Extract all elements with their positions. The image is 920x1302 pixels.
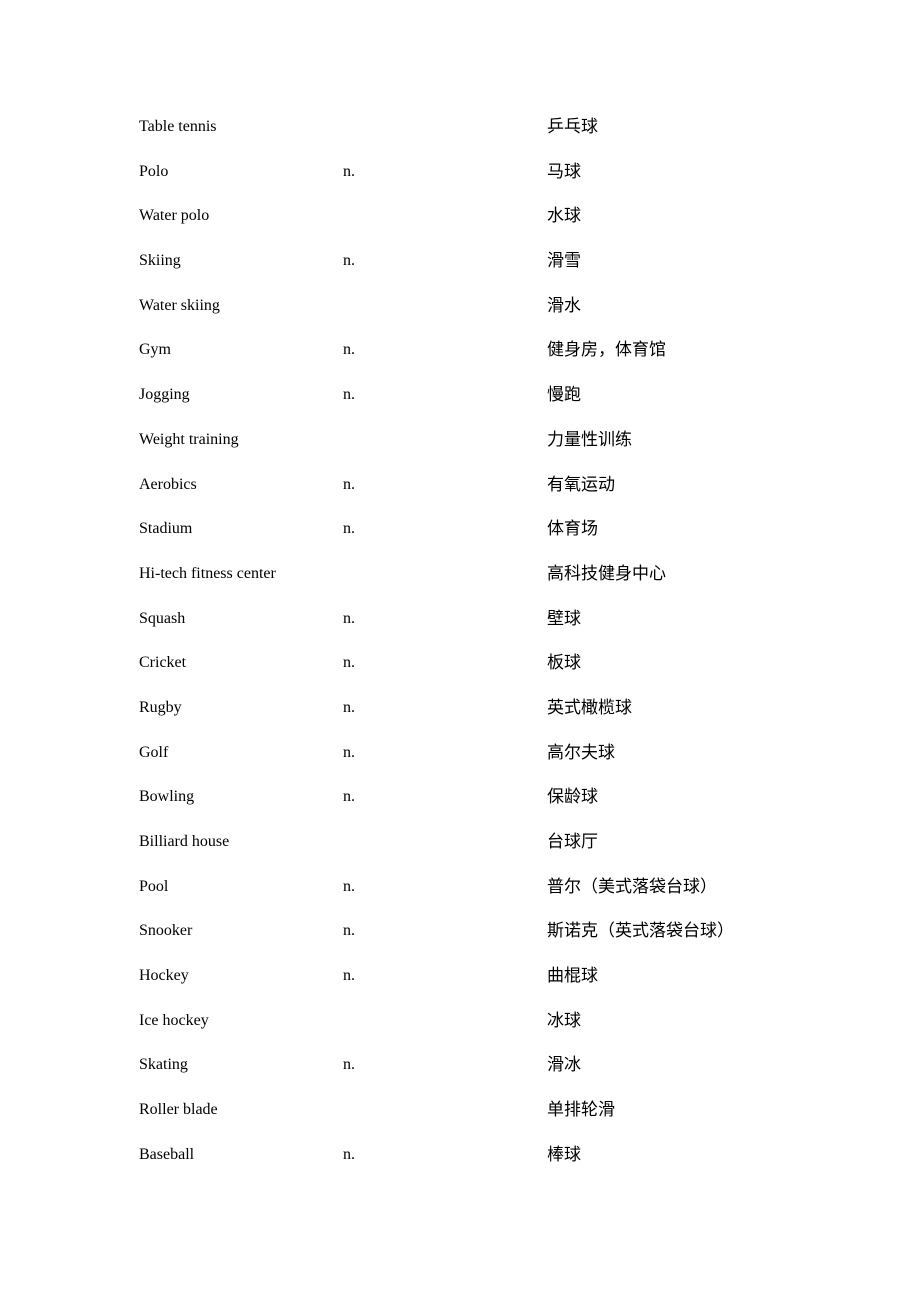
english-term: Water polo: [139, 207, 210, 225]
chinese-meaning: 体育场: [547, 519, 598, 540]
english-term: Rugby: [139, 698, 182, 716]
vocabulary-row: Gym n. 健身房，体育馆: [139, 339, 839, 384]
vocabulary-row: Polo n. 马球: [139, 161, 839, 206]
english-term: Skiing: [139, 252, 181, 270]
vocabulary-row: Rugby n. 英式橄榄球: [139, 697, 839, 742]
chinese-meaning: 力量性训练: [547, 429, 632, 450]
english-term: Roller blade: [139, 1101, 218, 1119]
document-page: Table tennis 乒乓球 Polo n. 马球 Water polo 水…: [0, 0, 920, 1302]
part-of-speech: n.: [343, 1056, 355, 1074]
chinese-meaning: 单排轮滑: [547, 1100, 615, 1121]
english-term: Hi-tech fitness center: [139, 564, 276, 582]
part-of-speech: n.: [343, 520, 355, 538]
chinese-meaning: 慢跑: [547, 385, 581, 406]
chinese-meaning: 台球厅: [547, 832, 598, 852]
english-term: Weight training: [139, 430, 239, 448]
vocabulary-row: Skating n. 滑冰: [139, 1054, 839, 1099]
part-of-speech: n.: [343, 698, 355, 716]
part-of-speech: n.: [343, 654, 355, 672]
english-term: Pool: [139, 877, 169, 895]
chinese-meaning: 棒球: [547, 1144, 581, 1165]
english-term: Cricket: [139, 654, 187, 672]
vocabulary-row: Hi-tech fitness center 高科技健身中心: [139, 563, 839, 608]
chinese-meaning: 有氧运动: [547, 474, 615, 495]
chinese-meaning: 板球: [547, 653, 581, 674]
part-of-speech: n.: [343, 743, 355, 761]
english-term: Squash: [139, 609, 186, 627]
vocabulary-row: Water skiing 滑水: [139, 295, 839, 340]
vocabulary-row: Stadium n. 体育场: [139, 518, 839, 563]
vocabulary-row: Bowling n. 保龄球: [139, 786, 839, 831]
chinese-meaning: 曲棍球: [547, 966, 598, 987]
english-term: Baseball: [139, 1145, 195, 1163]
vocabulary-list: Table tennis 乒乓球 Polo n. 马球 Water polo 水…: [139, 116, 839, 1189]
part-of-speech: n.: [343, 967, 355, 985]
part-of-speech: n.: [343, 788, 355, 806]
part-of-speech: n.: [343, 475, 355, 493]
english-term: Jogging: [139, 386, 190, 404]
english-term: Stadium: [139, 520, 193, 538]
vocabulary-row: Roller blade 单排轮滑: [139, 1099, 839, 1144]
vocabulary-row: Squash n. 壁球: [139, 608, 839, 653]
chinese-meaning: 滑水: [547, 295, 581, 316]
chinese-meaning: 高尔夫球: [547, 742, 615, 763]
chinese-meaning: 健身房，体育馆: [547, 340, 666, 361]
part-of-speech: n.: [343, 162, 355, 180]
vocabulary-row: Golf n. 高尔夫球: [139, 742, 839, 787]
english-term: Hockey: [139, 967, 189, 985]
chinese-meaning: 马球: [547, 161, 581, 182]
english-term: Ice hockey: [139, 1011, 209, 1029]
vocabulary-row: Aerobics n. 有氧运动: [139, 474, 839, 519]
vocabulary-row: Cricket n. 板球: [139, 652, 839, 697]
english-term: Snooker: [139, 922, 193, 940]
chinese-meaning: 滑冰: [547, 1055, 581, 1076]
english-term: Water skiing: [139, 296, 220, 314]
part-of-speech: n.: [343, 341, 355, 359]
chinese-meaning: 壁球: [547, 608, 581, 629]
chinese-meaning: 冰球: [547, 1010, 581, 1031]
chinese-meaning: 水球: [547, 206, 581, 227]
vocabulary-row: Water polo 水球: [139, 205, 839, 250]
part-of-speech: n.: [343, 1145, 355, 1163]
chinese-meaning: 保龄球: [547, 787, 598, 808]
english-term: Polo: [139, 162, 169, 180]
vocabulary-row: Baseball n. 棒球: [139, 1144, 839, 1189]
part-of-speech: n.: [343, 922, 355, 940]
part-of-speech: n.: [343, 877, 355, 895]
english-term: Skating: [139, 1056, 188, 1074]
english-term: Billiard house: [139, 833, 230, 850]
vocabulary-row: Snooker n. 斯诺克（英式落袋台球）: [139, 920, 839, 965]
vocabulary-row: Table tennis 乒乓球: [139, 116, 839, 161]
vocabulary-row: Weight training 力量性训练: [139, 429, 839, 474]
vocabulary-row: Pool n. 普尔（美式落袋台球）: [139, 876, 839, 921]
part-of-speech: n.: [343, 609, 355, 627]
english-term: Aerobics: [139, 475, 197, 493]
chinese-meaning: 高科技健身中心: [547, 563, 666, 584]
english-term: Gym: [139, 341, 171, 359]
english-term: Golf: [139, 743, 169, 761]
vocabulary-row: Billiard house 台球厅: [139, 831, 839, 876]
chinese-meaning: 斯诺克（英式落袋台球）: [547, 921, 734, 942]
chinese-meaning: 乒乓球: [547, 117, 598, 137]
english-term: Bowling: [139, 788, 195, 806]
part-of-speech: n.: [343, 386, 355, 404]
english-term: Table tennis: [139, 118, 217, 135]
vocabulary-row: Ice hockey 冰球: [139, 1010, 839, 1055]
chinese-meaning: 英式橄榄球: [547, 697, 632, 718]
vocabulary-row: Jogging n. 慢跑: [139, 384, 839, 429]
chinese-meaning: 普尔（美式落袋台球）: [547, 876, 717, 897]
part-of-speech: n.: [343, 252, 355, 270]
vocabulary-row: Hockey n. 曲棍球: [139, 965, 839, 1010]
vocabulary-row: Skiing n. 滑雪: [139, 250, 839, 295]
chinese-meaning: 滑雪: [547, 251, 581, 272]
